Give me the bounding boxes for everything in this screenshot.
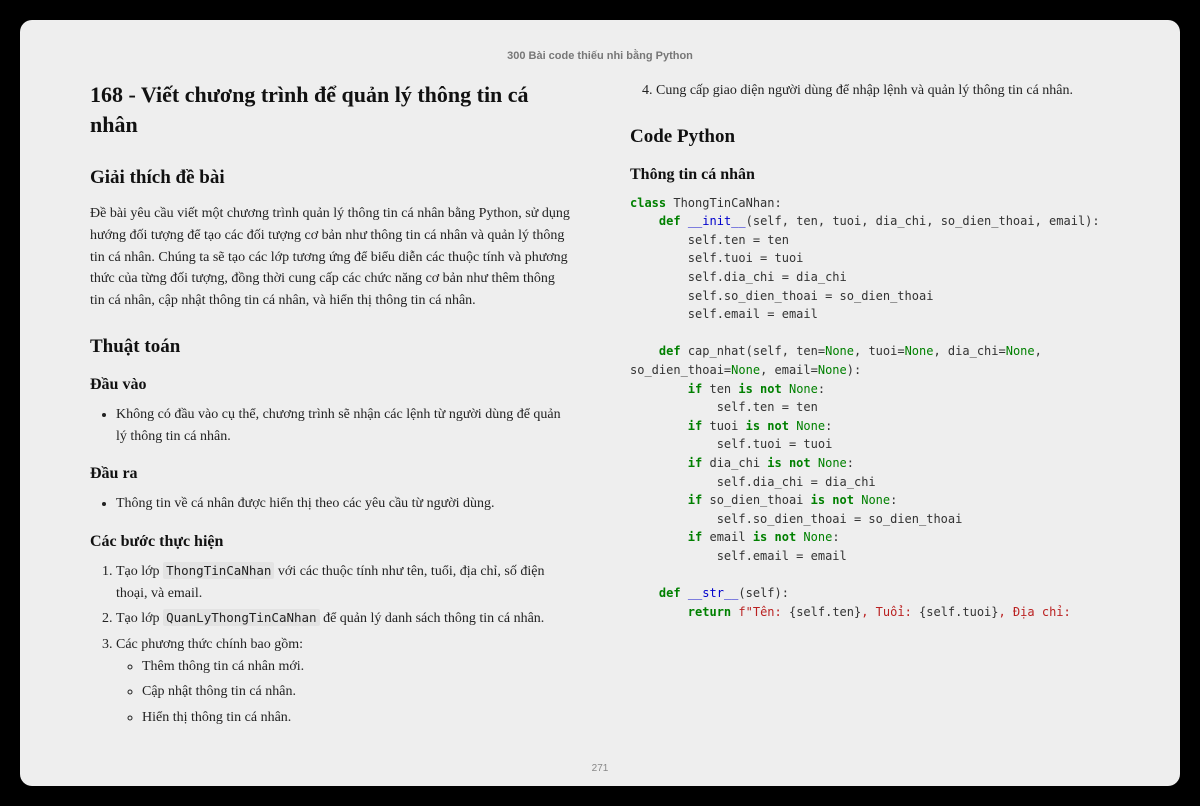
list-item: Tạo lớp ThongTinCaNhan với các thuộc tín…	[116, 561, 570, 604]
inline-code: ThongTinCaNhan	[163, 562, 274, 579]
list-item: Cung cấp giao diện người dùng để nhập lệ…	[656, 80, 1110, 102]
code-block: class ThongTinCaNhan: def __init__(self,…	[630, 194, 1110, 622]
heading-code: Code Python	[630, 126, 1110, 148]
list-item: Thông tin về cá nhân được hiển thị theo …	[116, 493, 570, 515]
list-item: Không có đầu vào cụ thể, chương trình sẽ…	[116, 404, 570, 447]
heading-input: Đầu vào	[90, 376, 570, 394]
list-item: Các phương thức chính bao gồm: Thêm thôn…	[116, 634, 570, 729]
document-page: 300 Bài code thiếu nhi bằng Python 168 -…	[20, 20, 1180, 786]
heading-steps: Các bước thực hiện	[90, 533, 570, 551]
list-item: Thêm thông tin cá nhân mới.	[142, 656, 570, 678]
heading-output: Đầu ra	[90, 465, 570, 483]
paragraph-explain: Đề bài yêu cầu viết một chương trình quả…	[90, 203, 570, 311]
inline-code: QuanLyThongTinCaNhan	[163, 609, 320, 626]
heading-algorithm: Thuật toán	[90, 336, 570, 358]
list-item: Tạo lớp QuanLyThongTinCaNhan để quản lý …	[116, 608, 570, 630]
page-number: 271	[20, 763, 1180, 774]
book-title: 300 Bài code thiếu nhi bằng Python	[90, 50, 1110, 62]
heading-code-section: Thông tin cá nhân	[630, 166, 1110, 184]
list-item: Cập nhật thông tin cá nhân.	[142, 681, 570, 703]
content-columns: 168 - Viết chương trình để quản lý thông…	[90, 80, 1110, 760]
exercise-title: 168 - Viết chương trình để quản lý thông…	[90, 80, 570, 139]
list-output: Thông tin về cá nhân được hiển thị theo …	[90, 493, 570, 515]
heading-explain: Giải thích đề bài	[90, 167, 570, 189]
list-item: Hiển thị thông tin cá nhân.	[142, 707, 570, 729]
list-input: Không có đầu vào cụ thể, chương trình sẽ…	[90, 404, 570, 447]
